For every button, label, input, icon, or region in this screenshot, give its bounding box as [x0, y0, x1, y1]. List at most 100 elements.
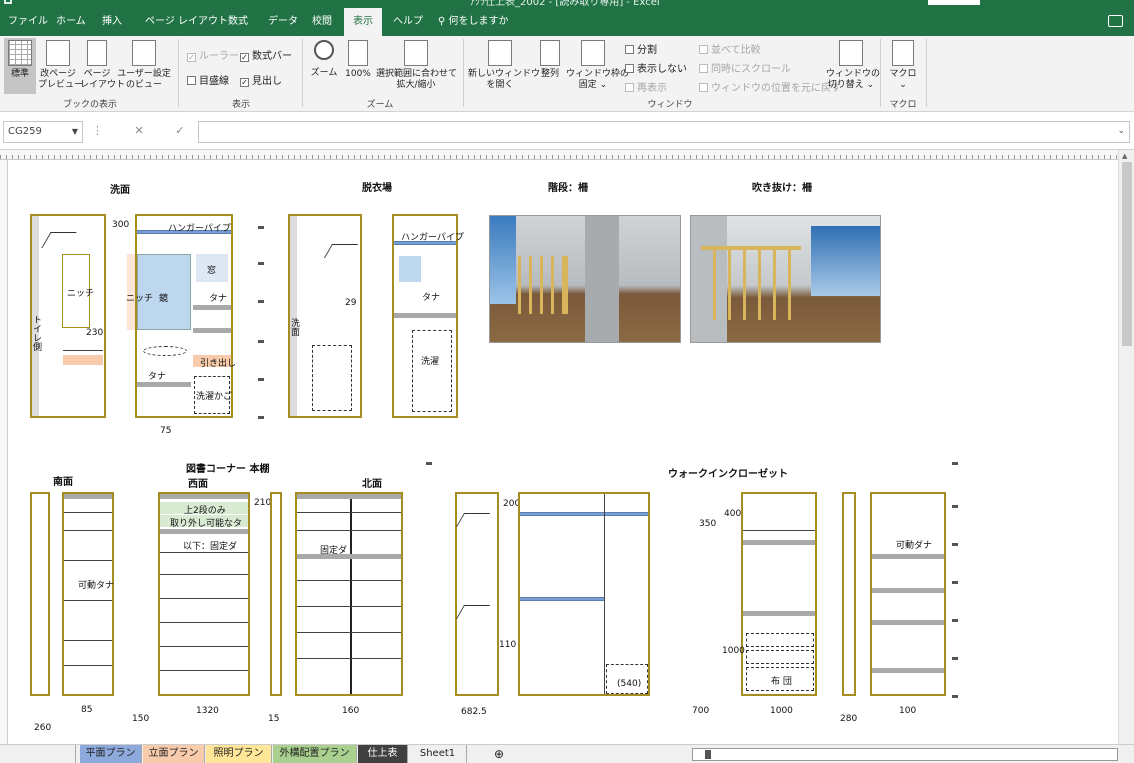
- tab-formulas[interactable]: 数式: [228, 8, 248, 36]
- unhide-button[interactable]: 再表示: [625, 79, 667, 94]
- shelf-line: [297, 512, 401, 513]
- formula-bar: CG259 ▼ ⋮ ✕ ✓ fx ⌄: [0, 112, 1134, 150]
- sheet-tab-active[interactable]: 仕上表: [358, 745, 408, 763]
- sign-in-button[interactable]: [928, 0, 980, 5]
- dim-350: 350: [699, 519, 717, 529]
- shelf: [872, 588, 944, 593]
- vertical-scrollbar[interactable]: ▲: [1118, 150, 1134, 744]
- page-break-label-2: プレビュー: [38, 80, 84, 90]
- tab-page-layout[interactable]: ページ レイアウト: [145, 8, 228, 36]
- formula-bar-checkbox[interactable]: ✓ 数式バー: [240, 47, 292, 62]
- shelf: [394, 313, 456, 318]
- tab-file[interactable]: ファイル: [8, 8, 48, 36]
- shelf-line: [64, 640, 112, 641]
- freeze-panes-button[interactable]: ウィンドウ枠の 固定 ⌄: [566, 40, 629, 91]
- horizontal-scrollbar[interactable]: [692, 748, 1118, 761]
- toilet-side-label: トイレ側: [31, 315, 41, 351]
- ribbon-view: 標準 改ページ プレビュー ページ レイアウト ユーザー設定 のビュー ブックの…: [0, 36, 1134, 112]
- futon-elevation: [741, 492, 817, 696]
- nanmen-title: 南面: [53, 477, 73, 488]
- sheet-nav-arrows[interactable]: [8, 745, 76, 763]
- dim-1320: 1320: [196, 706, 219, 716]
- reset-window-position-button[interactable]: ウィンドウの位置を元に戻す: [699, 79, 841, 94]
- tick: [952, 505, 958, 508]
- kagami-label: 鏡: [159, 294, 169, 304]
- tab-home[interactable]: ホーム: [56, 8, 86, 36]
- custom-views-button[interactable]: ユーザー設定 のビュー: [116, 40, 172, 91]
- tab-data[interactable]: データ: [268, 8, 298, 36]
- window-box: [399, 256, 421, 282]
- horizontal-scroll-thumb[interactable]: [705, 750, 711, 759]
- expand-formula-icon[interactable]: ⌄: [1117, 126, 1125, 136]
- shelf-line: [160, 552, 248, 553]
- save-icon[interactable]: [4, 0, 12, 4]
- window-sky: [811, 226, 880, 296]
- split-button[interactable]: 分割: [625, 41, 657, 56]
- page-break-preview-button[interactable]: 改ページ プレビュー: [38, 40, 83, 91]
- hide-button[interactable]: 表示しない: [625, 60, 687, 75]
- worksheet-area[interactable]: ▲ 洗面 脱衣場 階段：柵 吹き抜け：柵 トイレ側 ニッチ 230 ハンガーパイ…: [0, 150, 1134, 744]
- dim-15: 15: [268, 714, 280, 724]
- tell-me-search[interactable]: ⚲ 何をしますか: [438, 8, 509, 36]
- seimen-side: [270, 492, 282, 696]
- formula-input[interactable]: ⌄: [198, 121, 1130, 143]
- page-layout-button[interactable]: ページ レイアウト: [80, 40, 125, 91]
- shelf-line: [64, 560, 112, 561]
- comments-icon[interactable]: [1108, 15, 1123, 27]
- tick: [426, 462, 432, 465]
- window-title: ｱｸﾗ仕上表_2002 - [読み取り専用] - Excel: [470, 0, 660, 8]
- fukinuke-title: 吹き抜け：柵: [752, 183, 812, 194]
- sheet-tab[interactable]: 平面プラン: [80, 745, 142, 763]
- shelf: [160, 529, 248, 534]
- normal-view-button[interactable]: 標準: [4, 38, 36, 94]
- removable-label: 取り外し可能なタ: [170, 519, 243, 529]
- gridlines-checkbox[interactable]: 目盛線: [187, 72, 229, 87]
- new-window-icon: [488, 40, 512, 66]
- add-sheet-icon[interactable]: ⊕: [488, 745, 510, 763]
- ruler-label: ルーラー: [199, 51, 239, 62]
- zoom-to-selection-button[interactable]: 選択範囲に合わせて 拡大/縮小: [376, 40, 457, 91]
- arrange-label: 整列: [540, 69, 559, 79]
- dim-700: 700: [692, 706, 710, 716]
- tick: [258, 300, 264, 303]
- tab-help[interactable]: ヘルプ: [393, 8, 423, 36]
- scroll-up-icon[interactable]: ▲: [1122, 152, 1127, 160]
- name-box[interactable]: CG259 ▼: [3, 121, 83, 143]
- zoom-label: ズーム: [310, 68, 338, 78]
- shelf-line: [64, 512, 112, 513]
- tick: [952, 695, 958, 698]
- vertical-scroll-thumb[interactable]: [1122, 162, 1132, 346]
- sync-scroll-button[interactable]: 同時にスクロール: [699, 60, 791, 75]
- tana2-label: タナ: [148, 372, 167, 382]
- page-layout-label-1: ページ: [83, 69, 111, 79]
- custom-views-icon: [132, 40, 156, 66]
- magnifier-icon: [314, 40, 334, 60]
- sheet-tab[interactable]: 外構配置プラン: [273, 745, 357, 763]
- nitchi2-label: ニッチ: [126, 294, 154, 304]
- macros-button[interactable]: マクロ ⌄: [886, 40, 920, 91]
- sheet-tab[interactable]: 照明プラン: [206, 745, 272, 763]
- shelf-line: [297, 658, 401, 659]
- switch-windows-button[interactable]: ウィンドウの 切り替え ⌄: [826, 40, 880, 91]
- ruler-check-box: ✓: [187, 53, 196, 62]
- zoom-button[interactable]: ズーム: [308, 40, 340, 79]
- stair-railing-render: [489, 215, 681, 343]
- senmen-title: 洗面: [110, 185, 130, 196]
- tab-insert[interactable]: 挿入: [102, 8, 122, 36]
- walkin-title: ウォークインクローゼット: [668, 469, 788, 480]
- tab-view[interactable]: 表示: [344, 8, 382, 36]
- new-window-button[interactable]: 新しいウィンドウ を開く: [468, 40, 540, 91]
- unhide-icon: [625, 83, 634, 92]
- arrange-all-button[interactable]: 整列: [536, 40, 564, 80]
- hanger-pipe-bar: [520, 512, 648, 516]
- sheet-tab[interactable]: Sheet1: [409, 745, 467, 763]
- tab-review[interactable]: 校閲: [312, 8, 332, 36]
- railing: [518, 256, 568, 314]
- zoom-100-button[interactable]: 100%: [343, 40, 373, 80]
- headings-checkbox[interactable]: ✓ 見出し: [240, 72, 282, 87]
- ruler-checkbox[interactable]: ✓ ルーラー: [187, 47, 239, 62]
- chevron-down-icon[interactable]: ▼: [72, 122, 78, 142]
- sheet-tab[interactable]: 立面プラン: [143, 745, 205, 763]
- side-by-side-icon: [699, 45, 708, 54]
- view-side-by-side-button[interactable]: 並べて比較: [699, 41, 761, 56]
